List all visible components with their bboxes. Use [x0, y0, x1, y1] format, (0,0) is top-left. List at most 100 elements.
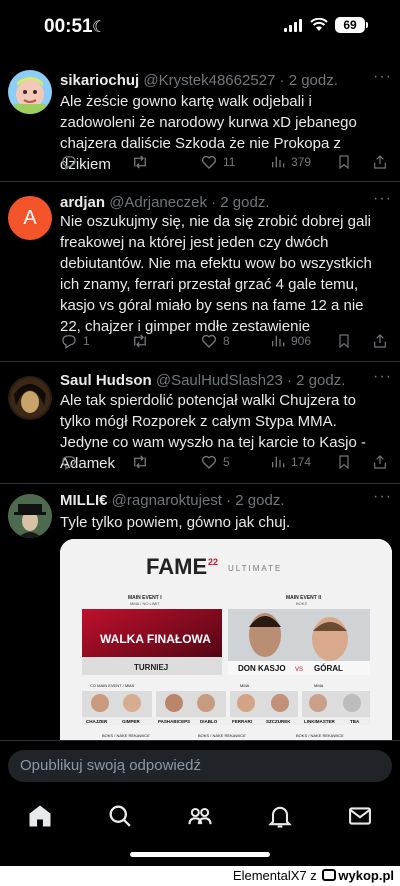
repost-button[interactable]: [130, 153, 155, 171]
share-button[interactable]: [372, 153, 388, 171]
fighter-name: TBA: [350, 719, 360, 724]
author-handle[interactable]: @Adrjaneczek: [109, 194, 207, 211]
reply-button[interactable]: [60, 453, 83, 471]
watermark-text: ElementalX7 z wykop.pl: [233, 868, 394, 883]
tweet-header: sikariochuj @Krystek48662527 · 2 godz. ·…: [60, 68, 392, 89]
boxing-label: BOKS / NAKE REKAWICE: [198, 733, 246, 738]
views-count: 174: [291, 455, 312, 469]
main-event-2-sub: BOKS: [296, 601, 307, 606]
watermark-bar: ElementalX7 z wykop.pl: [0, 866, 400, 886]
share-button[interactable]: [372, 332, 388, 350]
like-button[interactable]: 8: [200, 332, 230, 350]
views-button[interactable]: 906: [270, 332, 311, 350]
fighter-name: CHAJZER: [86, 719, 108, 724]
share-button[interactable]: [372, 453, 388, 471]
bookmark-icon: [339, 334, 349, 349]
author-name[interactable]: ardjan: [60, 194, 105, 211]
main-event-1-sub: MMA / NO LIMIT: [130, 601, 160, 606]
co-main-label: CO MAIN EVENT / MMA: [90, 683, 134, 688]
tweet-time: · 2 godz.: [221, 492, 285, 509]
author-handle[interactable]: @SaulHudSlash23: [156, 372, 283, 389]
reply-tweet[interactable]: A ardjan @Adrjaneczek · 2 godz. ··· Nie …: [0, 182, 400, 362]
reply-count: 1: [83, 334, 90, 348]
bookmark-button[interactable]: [336, 332, 352, 350]
like-button[interactable]: 5: [200, 453, 230, 471]
bookmark-icon: [339, 155, 349, 170]
repost-icon: [134, 334, 146, 348]
heart-icon: [201, 155, 217, 169]
reply-icon: [62, 456, 76, 471]
fighter-name: FERRARI: [232, 719, 252, 724]
search-icon[interactable]: [106, 802, 134, 830]
reply-tweet[interactable]: Saul Hudson @SaulHudSlash23 · 2 godz. ··…: [0, 362, 400, 484]
reply-tweet[interactable]: sikariochuj @Krystek48662527 · 2 godz. ·…: [0, 56, 400, 182]
mma-label: MMA: [240, 683, 250, 688]
avatar[interactable]: A: [8, 196, 52, 240]
home-icon[interactable]: [26, 802, 54, 830]
fighter-name: PASHABICEPS: [158, 719, 190, 724]
like-count: 11: [223, 155, 236, 169]
reply-icon: [62, 335, 76, 350]
tweet-header: ardjan @Adrjaneczek · 2 godz. ···: [60, 190, 392, 211]
reply-composer-bar: Opublikuj swoją odpowiedź: [0, 740, 400, 790]
share-icon: [374, 455, 386, 469]
like-button[interactable]: 11: [200, 153, 235, 171]
fighter-name: LINKIMASTER: [304, 719, 335, 724]
fight-card-poster: FAME 22 ULTIMATE MAIN EVENT I MMA / NO L…: [60, 539, 392, 759]
cellular-signal-icon: [284, 19, 302, 32]
heart-icon: [201, 334, 217, 348]
fighter-vs: VS: [295, 667, 303, 673]
views-count: 906: [291, 334, 312, 348]
watermark-author: ElementalX7 z: [232, 868, 317, 883]
share-icon: [374, 334, 386, 348]
views-button[interactable]: 379: [270, 153, 311, 171]
avatar[interactable]: [8, 376, 52, 420]
share-icon: [374, 155, 386, 169]
author-name[interactable]: MILLI€: [60, 492, 108, 509]
fighter-goral: GÓRAL: [314, 664, 343, 673]
fighter-kasjo: DON KASJO: [238, 664, 286, 673]
more-options-icon[interactable]: ···: [373, 488, 392, 506]
avatar[interactable]: [8, 494, 52, 538]
tournament-text: TURNIEJ: [134, 663, 168, 672]
repost-button[interactable]: [130, 453, 155, 471]
poster-logo: FAME: [146, 554, 207, 579]
author-name[interactable]: sikariochuj: [60, 72, 139, 89]
author-handle[interactable]: @Krystek48662527: [143, 72, 275, 89]
tweet-actions: 1 8 906: [60, 332, 388, 352]
author-handle[interactable]: @ragnaroktujest: [112, 492, 222, 509]
views-button[interactable]: 174: [270, 453, 311, 471]
status-bar: 00:51 ☾ 69: [0, 0, 400, 56]
bookmark-icon: [339, 455, 349, 470]
avatar[interactable]: [8, 70, 52, 114]
tweet-time: · 2 godz.: [275, 72, 338, 89]
fighter-name: DIABLO: [200, 719, 218, 724]
tweet-time: · 2 godz.: [282, 372, 346, 389]
tweet-actions: 11 379: [60, 153, 388, 173]
tweet-text: Tyle tylko powiem, gówno jak chuj.: [60, 514, 291, 531]
more-options-icon[interactable]: ···: [373, 190, 392, 208]
communities-icon[interactable]: [186, 802, 214, 830]
home-indicator: [130, 852, 270, 857]
author-name[interactable]: Saul Hudson: [60, 372, 152, 389]
notifications-icon[interactable]: [266, 802, 294, 830]
more-options-icon[interactable]: ···: [373, 68, 392, 86]
heart-icon: [201, 455, 217, 469]
bookmark-button[interactable]: [336, 453, 352, 471]
fighter-name: GIMPER: [122, 719, 141, 724]
repost-icon: [134, 455, 146, 469]
repost-icon: [134, 155, 146, 169]
do-not-disturb-icon: ☾: [92, 19, 107, 36]
messages-icon[interactable]: [346, 802, 374, 830]
reply-icon: [62, 156, 76, 171]
reply-button[interactable]: [60, 153, 83, 171]
reply-input[interactable]: Opublikuj swoją odpowiedź: [8, 750, 392, 782]
tweet-image[interactable]: FAME 22 ULTIMATE MAIN EVENT I MMA / NO L…: [60, 539, 392, 759]
watermark-logo-icon: [322, 869, 337, 881]
more-options-icon[interactable]: ···: [373, 368, 392, 386]
reply-button[interactable]: 1: [60, 332, 90, 350]
repost-button[interactable]: [130, 332, 155, 350]
status-time: 00:51: [44, 16, 93, 37]
bookmark-button[interactable]: [336, 153, 352, 171]
battery-indicator: 69: [335, 17, 365, 33]
